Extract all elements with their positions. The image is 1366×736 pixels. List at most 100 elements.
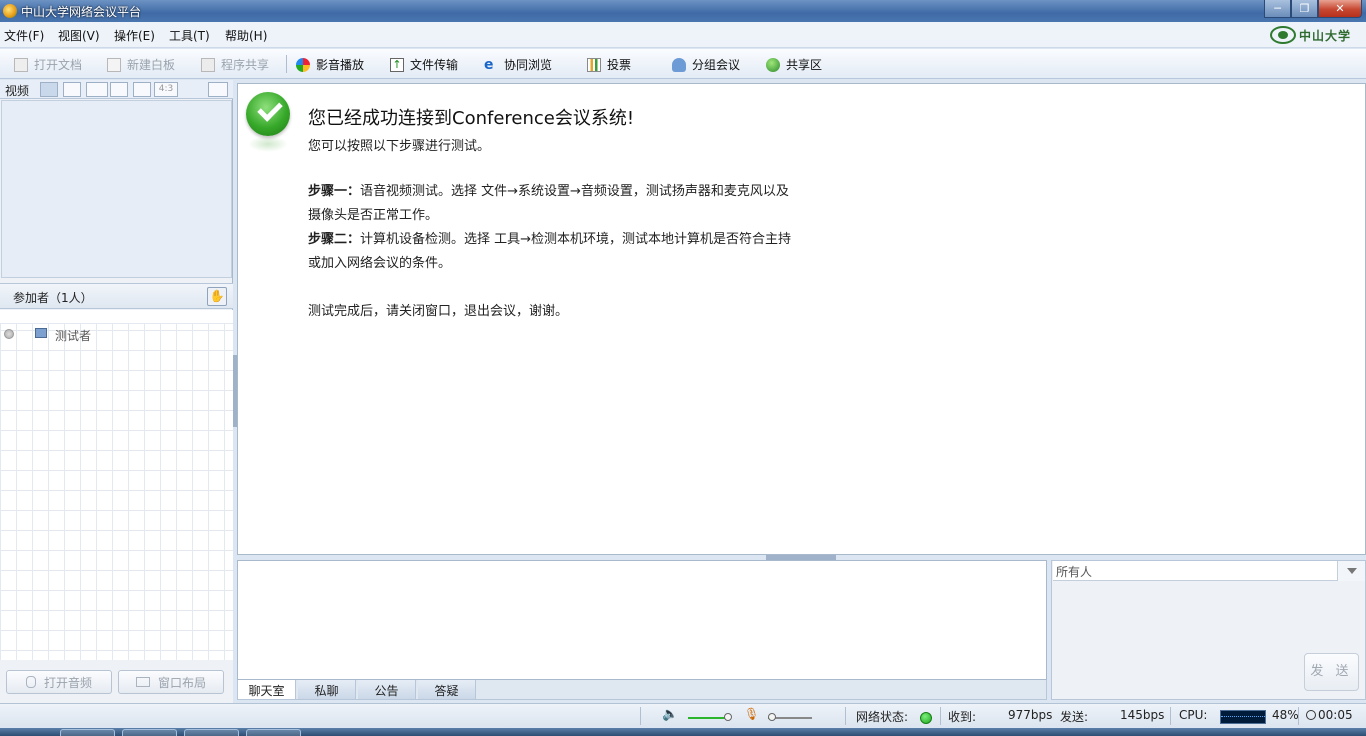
- left-footer: 打开音频 窗口布局: [0, 660, 233, 703]
- status-separator: [1298, 707, 1299, 725]
- step-one-label: 步骤一：: [308, 184, 361, 199]
- participants-title: 参加者（1人）: [13, 291, 93, 305]
- success-check-icon: [246, 92, 290, 136]
- status-separator: [940, 707, 941, 725]
- taskbar-button[interactable]: [246, 729, 301, 736]
- app-share-button[interactable]: 程序共享: [201, 56, 269, 73]
- open-audio-label: 打开音频: [43, 675, 92, 690]
- university-logo: 中山大学: [1270, 25, 1360, 45]
- restore-button[interactable]: ❐: [1291, 0, 1318, 18]
- file-transfer-icon: ↑: [390, 57, 404, 72]
- microphone-icon[interactable]: 🎙: [744, 707, 759, 721]
- app-share-icon: [201, 57, 215, 72]
- status-bar: 🔈 🎙 网络状态: 收到: 977bps 发送: 145bps CPU: 48%…: [0, 703, 1366, 727]
- vote-chart-icon: [587, 57, 601, 72]
- close-button[interactable]: ✕: [1318, 0, 1362, 18]
- participant-name: 测试者: [55, 329, 92, 343]
- recipient-value: 所有人: [1056, 565, 1093, 579]
- group-users-icon: [672, 57, 686, 72]
- video-label: 视频: [5, 84, 30, 98]
- tab-private-chat[interactable]: 私聊: [298, 680, 356, 699]
- speaker-volume-slider[interactable]: [688, 713, 732, 721]
- grid-view-icon[interactable]: [63, 82, 81, 97]
- speaker-slider-knob[interactable]: [724, 713, 732, 721]
- status-dot-icon: [4, 329, 14, 339]
- participants-list: 测试者: [0, 310, 233, 660]
- aspect-ratio-button[interactable]: 4:3: [154, 82, 178, 97]
- send-rate-value: 145bps: [1120, 708, 1165, 722]
- menu-operate[interactable]: 操作(E): [114, 27, 155, 44]
- group-meeting-label: 分组会议: [692, 58, 741, 72]
- layout-dropdown-icon[interactable]: [86, 82, 108, 97]
- raise-hand-button[interactable]: ✋: [207, 287, 227, 306]
- co-browse-label: 协同浏览: [504, 58, 553, 72]
- send-button[interactable]: 发 送: [1304, 653, 1359, 691]
- recv-label: 收到:: [948, 710, 977, 724]
- layout-icon: [135, 677, 150, 687]
- recv-value: 977bps: [1008, 708, 1053, 722]
- app-icon: [3, 4, 17, 18]
- recipient-select[interactable]: 所有人: [1053, 561, 1365, 581]
- toolbar-separator: [286, 55, 287, 73]
- status-separator: [640, 707, 641, 725]
- menu-tools[interactable]: 工具(T): [169, 27, 210, 44]
- taskbar-button[interactable]: [184, 729, 239, 736]
- status-separator: [845, 707, 846, 725]
- step-two: 步骤二：计算机设备检测。选择 工具→检测本机环境，测试本地计算机是否符合主持 或…: [308, 228, 853, 276]
- step-one: 步骤一：语音视频测试。选择 文件→系统设置→音频设置，测试扬声器和麦克风以及 摄…: [308, 180, 853, 228]
- group-meeting-button[interactable]: 分组会议: [672, 56, 740, 73]
- speaker-level-fill: [688, 717, 728, 719]
- open-document-label: 打开文档: [34, 58, 83, 72]
- computer-icon: [35, 328, 47, 338]
- tab-qa[interactable]: 答疑: [418, 680, 476, 699]
- speaker-icon[interactable]: 🔈: [662, 707, 678, 722]
- vote-label: 投票: [607, 58, 632, 72]
- menu-file[interactable]: 文件(F): [4, 27, 44, 44]
- menu-help[interactable]: 帮助(H): [225, 27, 267, 44]
- list-item[interactable]: 测试者: [0, 326, 233, 344]
- chat-tabs: 聊天室 私聊 公告 答疑: [237, 680, 1047, 700]
- minimize-button[interactable]: ─: [1264, 0, 1291, 18]
- welcome-title: 您已经成功连接到Conference会议系统!: [308, 108, 635, 129]
- step-two-line1: 计算机设备检测。选择 工具→检测本机环境，测试本地计算机是否符合主持: [360, 232, 792, 247]
- welcome-subtitle: 您可以按照以下步骤进行测试。: [308, 139, 491, 154]
- window-layout-button[interactable]: 窗口布局: [118, 670, 224, 694]
- chevron-down-icon[interactable]: [1337, 561, 1365, 581]
- microphone-icon: [25, 676, 36, 688]
- chat-message-area[interactable]: [237, 560, 1047, 680]
- taskbar-button[interactable]: [122, 729, 177, 736]
- refresh-icon[interactable]: [110, 82, 128, 97]
- maximize-video-icon[interactable]: [208, 82, 228, 97]
- co-browse-button[interactable]: e 协同浏览: [484, 56, 552, 73]
- window-title: 中山大学网络会议平台: [21, 5, 142, 19]
- hand-icon: ✋: [209, 289, 225, 303]
- clock-icon: [1306, 710, 1316, 720]
- open-document-button[interactable]: 打开文档: [14, 56, 82, 73]
- vote-button[interactable]: 投票: [587, 56, 631, 73]
- folder-open-icon: [14, 57, 28, 72]
- elapsed-time: 00:05: [1306, 708, 1353, 722]
- mic-slider-knob[interactable]: [768, 713, 776, 721]
- left-panel: 视频 4:3 参加者（1人） ✋ 测试者 打开音频 窗口布局: [0, 80, 233, 703]
- new-whiteboard-button[interactable]: 新建白板: [107, 56, 175, 73]
- share-area-button[interactable]: 共享区: [766, 56, 822, 73]
- mic-volume-slider[interactable]: [768, 713, 812, 721]
- tab-chatroom[interactable]: 聊天室: [238, 680, 296, 699]
- network-status-label: 网络状态:: [856, 710, 909, 724]
- media-play-button[interactable]: 影音播放: [296, 56, 364, 73]
- cpu-value: 48%: [1272, 708, 1299, 722]
- menu-view[interactable]: 视图(V): [58, 27, 100, 44]
- file-transfer-button[interactable]: ↑ 文件传输: [390, 56, 458, 73]
- open-audio-button[interactable]: 打开音频: [6, 670, 112, 694]
- rotate-icon[interactable]: [133, 82, 151, 97]
- check-reflection: [248, 136, 288, 152]
- step-one-line2: 摄像头是否正常工作。: [308, 208, 439, 223]
- app-share-label: 程序共享: [221, 58, 270, 72]
- step-two-line2: 或加入网络会议的条件。: [308, 256, 452, 271]
- video-header: 视频 4:3: [0, 80, 233, 99]
- globe-icon: [766, 57, 780, 72]
- os-taskbar: [0, 728, 1366, 736]
- tab-announcement[interactable]: 公告: [358, 680, 416, 699]
- single-view-icon[interactable]: [40, 82, 58, 97]
- taskbar-button[interactable]: [60, 729, 115, 736]
